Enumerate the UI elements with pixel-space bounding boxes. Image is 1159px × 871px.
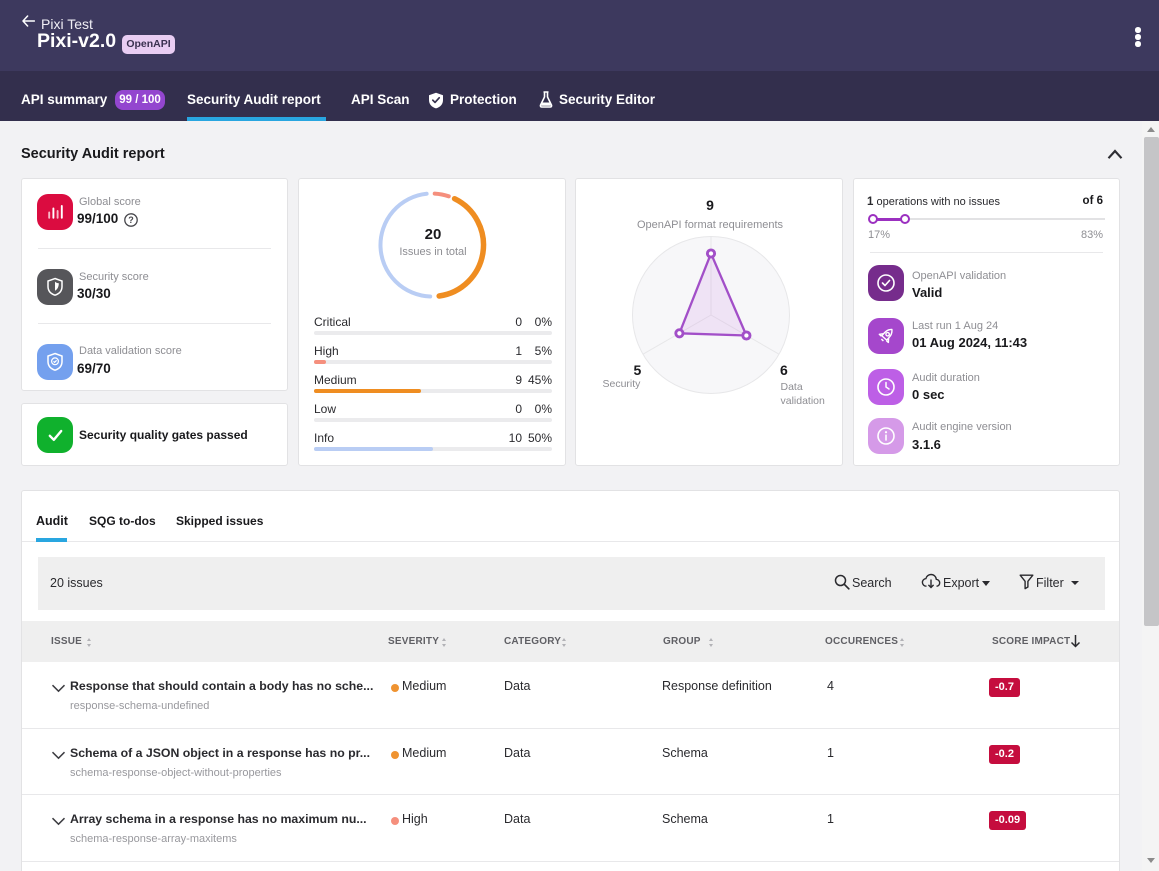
svg-text:?: ? <box>128 215 134 225</box>
